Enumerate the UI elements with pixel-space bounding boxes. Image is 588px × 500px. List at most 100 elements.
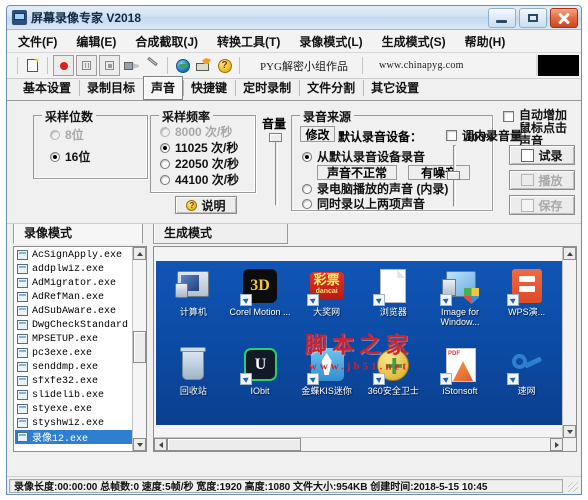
list-item[interactable]: pc3exe.exe [15, 346, 132, 360]
stop-button[interactable] [99, 55, 120, 76]
radio-record-both[interactable]: 同时录以上两项声音 [302, 197, 425, 211]
list-item[interactable]: AdMigrator.exe [15, 276, 132, 290]
file-name: pc3exe.exe [32, 347, 93, 359]
file-icon [17, 362, 28, 372]
radio-8bit[interactable]: 8位 [50, 128, 84, 142]
tab-record-target[interactable]: 录制目标 [79, 76, 143, 100]
list-item[interactable]: MPSETUP.exe [15, 332, 132, 346]
slider-thumb[interactable] [269, 133, 282, 142]
radio-22050[interactable]: 22050 次/秒 [160, 157, 239, 171]
scroll-thumb[interactable] [167, 438, 301, 451]
globe-button[interactable] [173, 56, 192, 75]
shortcut-overlay-icon [239, 294, 252, 306]
menu-item-convert[interactable]: 转换工具(T) [216, 31, 281, 52]
preview-pane[interactable]: 计算机 3D Corel Motion ... 彩票 dancai 大奖网 浏览器 [153, 246, 577, 452]
preview-horizontal-scrollbar[interactable] [154, 437, 563, 451]
volume-slider[interactable] [269, 133, 282, 206]
scroll-down-button[interactable] [133, 438, 146, 451]
minimize-button[interactable] [488, 8, 516, 28]
sample-rate-help-button[interactable]: ? 说明 [175, 196, 237, 214]
list-item-selected[interactable]: 录像12.exe [15, 430, 132, 445]
radio-indicator [302, 184, 312, 194]
slider-thumb[interactable] [447, 171, 460, 180]
tab-other-settings[interactable]: 其它设置 [363, 76, 427, 100]
noise-button[interactable]: 有噪音 [408, 165, 470, 180]
desktop-icon-label: 速网 [517, 386, 536, 396]
computer-icon [174, 267, 212, 305]
radio-from-default-device[interactable]: 从默认录音设备录音 [302, 150, 425, 164]
list-item[interactable]: senddmp.exe [15, 360, 132, 374]
sound-abnormal-button[interactable]: 声音不正常 [317, 165, 397, 180]
list-item[interactable]: styshwiz.exe [15, 416, 132, 430]
menu-item-help[interactable]: 帮助(H) [464, 31, 507, 52]
record-button[interactable] [53, 55, 74, 76]
list-item[interactable]: DwgCheckStandard [15, 318, 132, 332]
radio-8000[interactable]: 8000 次/秒 [160, 125, 232, 139]
desktop-icon-iobit[interactable]: U IObit [227, 346, 294, 425]
radio-16bit[interactable]: 16位 [50, 150, 90, 164]
inner-volume-slider[interactable] [447, 145, 460, 207]
scroll-down-button[interactable] [563, 425, 576, 438]
modify-device-button[interactable]: 修改 [300, 126, 335, 142]
camera-button[interactable] [122, 56, 141, 75]
desktop-icon-label: 计算机 [179, 307, 207, 317]
scroll-up-button[interactable] [563, 247, 576, 260]
menu-item-record-mode[interactable]: 录像模式(L) [298, 31, 363, 52]
play-button[interactable]: 播放 [509, 170, 575, 190]
desktop-icon-istonsoft[interactable]: iStonsoft [427, 346, 494, 425]
radio-11025[interactable]: 11025 次/秒 [160, 141, 238, 155]
mouse-click-sound-checkbox[interactable]: 自动增加鼠标点击声音 [503, 109, 577, 148]
desktop-icon-wps[interactable]: WPS演... [493, 267, 560, 346]
tab-file-split[interactable]: 文件分割 [299, 76, 363, 100]
desktop-icon-recycle-bin[interactable]: 回收站 [160, 346, 227, 425]
test-record-button[interactable]: 试录 [509, 145, 575, 165]
desktop-icon-dajiangwang[interactable]: 彩票 dancai 大奖网 [293, 267, 360, 346]
file-list[interactable]: AcSignApply.exe addplwiz.exe AdMigrator.… [13, 246, 147, 452]
close-button[interactable] [550, 8, 578, 28]
desktop-icon-computer[interactable]: 计算机 [160, 267, 227, 346]
resize-grip-icon[interactable] [565, 479, 579, 493]
inner-volume-percent: 100% [466, 132, 495, 144]
caipiao-icon: 彩票 dancai [306, 267, 346, 306]
clapperboard-button[interactable] [194, 56, 213, 75]
file-list-scrollbar[interactable] [132, 247, 146, 451]
list-item[interactable]: AdSubAware.exe [15, 304, 132, 318]
desktop-icon-360-safe[interactable]: 360安全卫士 [360, 346, 427, 425]
desktop-icon-browser[interactable]: 浏览器 [360, 267, 427, 346]
desktop-icon-image-for-windows[interactable]: Image for Window... [427, 267, 494, 346]
tab-basic-settings[interactable]: 基本设置 [15, 76, 79, 100]
list-item[interactable]: slidelib.exe [15, 388, 132, 402]
list-item[interactable]: sfxfe32.exe [15, 374, 132, 388]
menu-item-file[interactable]: 文件(F) [17, 31, 58, 52]
list-item[interactable]: addplwiz.exe [15, 262, 132, 276]
tab-timed-record[interactable]: 定时录制 [235, 76, 299, 100]
new-file-button[interactable] [23, 56, 42, 75]
scroll-up-button[interactable] [133, 247, 146, 260]
pen-button[interactable] [143, 56, 162, 75]
scroll-thumb[interactable] [133, 331, 146, 363]
menu-item-compose[interactable]: 合成截取(J) [134, 31, 199, 52]
file-icon [17, 306, 28, 316]
save-button[interactable]: 保存 [509, 195, 575, 215]
tab-record-mode[interactable]: 录像模式 [13, 222, 143, 244]
desktop-icon-sunet[interactable]: 速网 [493, 346, 560, 425]
desktop-icon-kingdee-kis[interactable]: 金蝶KIS迷你 [293, 346, 360, 425]
preview-vertical-scrollbar[interactable] [562, 247, 576, 438]
list-item[interactable]: AcSignApply.exe [15, 248, 132, 262]
desktop-icon-corel-motion[interactable]: 3D Corel Motion ... [227, 267, 294, 346]
tab-generate-mode[interactable]: 生成模式 [153, 222, 288, 244]
radio-record-computer-sound[interactable]: 录电脑播放的声音 (内录) [302, 182, 448, 196]
tab-sound[interactable]: 声音 [143, 76, 184, 100]
maximize-button[interactable] [519, 8, 547, 28]
scroll-left-button[interactable] [154, 438, 167, 451]
tab-hotkeys[interactable]: 快捷键 [183, 76, 235, 100]
list-item[interactable]: styexe.exe [15, 402, 132, 416]
radio-44100[interactable]: 44100 次/秒 [160, 173, 239, 187]
help-button[interactable]: ? [215, 56, 234, 75]
menu-item-generate-mode[interactable]: 生成模式(S) [381, 31, 447, 52]
file-icon [17, 390, 28, 400]
pause-button[interactable] [76, 55, 97, 76]
menu-item-edit[interactable]: 编辑(E) [75, 31, 117, 52]
scroll-right-button[interactable] [550, 438, 563, 451]
list-item[interactable]: AdRefMan.exe [15, 290, 132, 304]
